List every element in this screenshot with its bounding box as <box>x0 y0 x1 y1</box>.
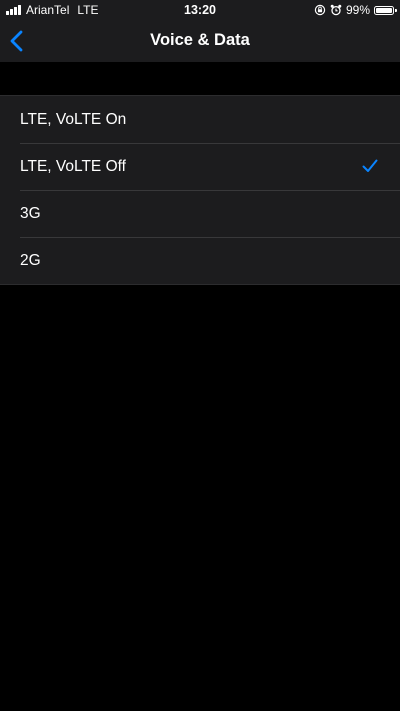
battery-fill <box>376 7 392 13</box>
option-label: LTE, VoLTE Off <box>20 157 126 175</box>
page-title: Voice & Data <box>150 31 250 49</box>
option-label: 2G <box>20 251 41 269</box>
option-2g[interactable]: 2G <box>0 237 400 284</box>
network-options-list: LTE, VoLTE On LTE, VoLTE Off 3G 2G <box>0 95 400 285</box>
status-bar: ArianTel LTE 13:20 99% <box>0 0 400 20</box>
battery-icon <box>374 5 397 15</box>
alarm-icon <box>330 4 342 16</box>
orientation-lock-icon <box>314 4 326 16</box>
status-bar-right: 99% <box>314 3 397 17</box>
battery-percentage: 99% <box>345 3 370 17</box>
option-lte-volte-on[interactable]: LTE, VoLTE On <box>0 96 400 143</box>
option-3g[interactable]: 3G <box>0 190 400 237</box>
navigation-bar: Voice & Data <box>0 20 400 62</box>
option-label: 3G <box>20 204 41 222</box>
option-label: LTE, VoLTE On <box>20 110 127 128</box>
checkmark-icon <box>362 159 378 172</box>
option-lte-volte-off[interactable]: LTE, VoLTE Off <box>0 143 400 190</box>
